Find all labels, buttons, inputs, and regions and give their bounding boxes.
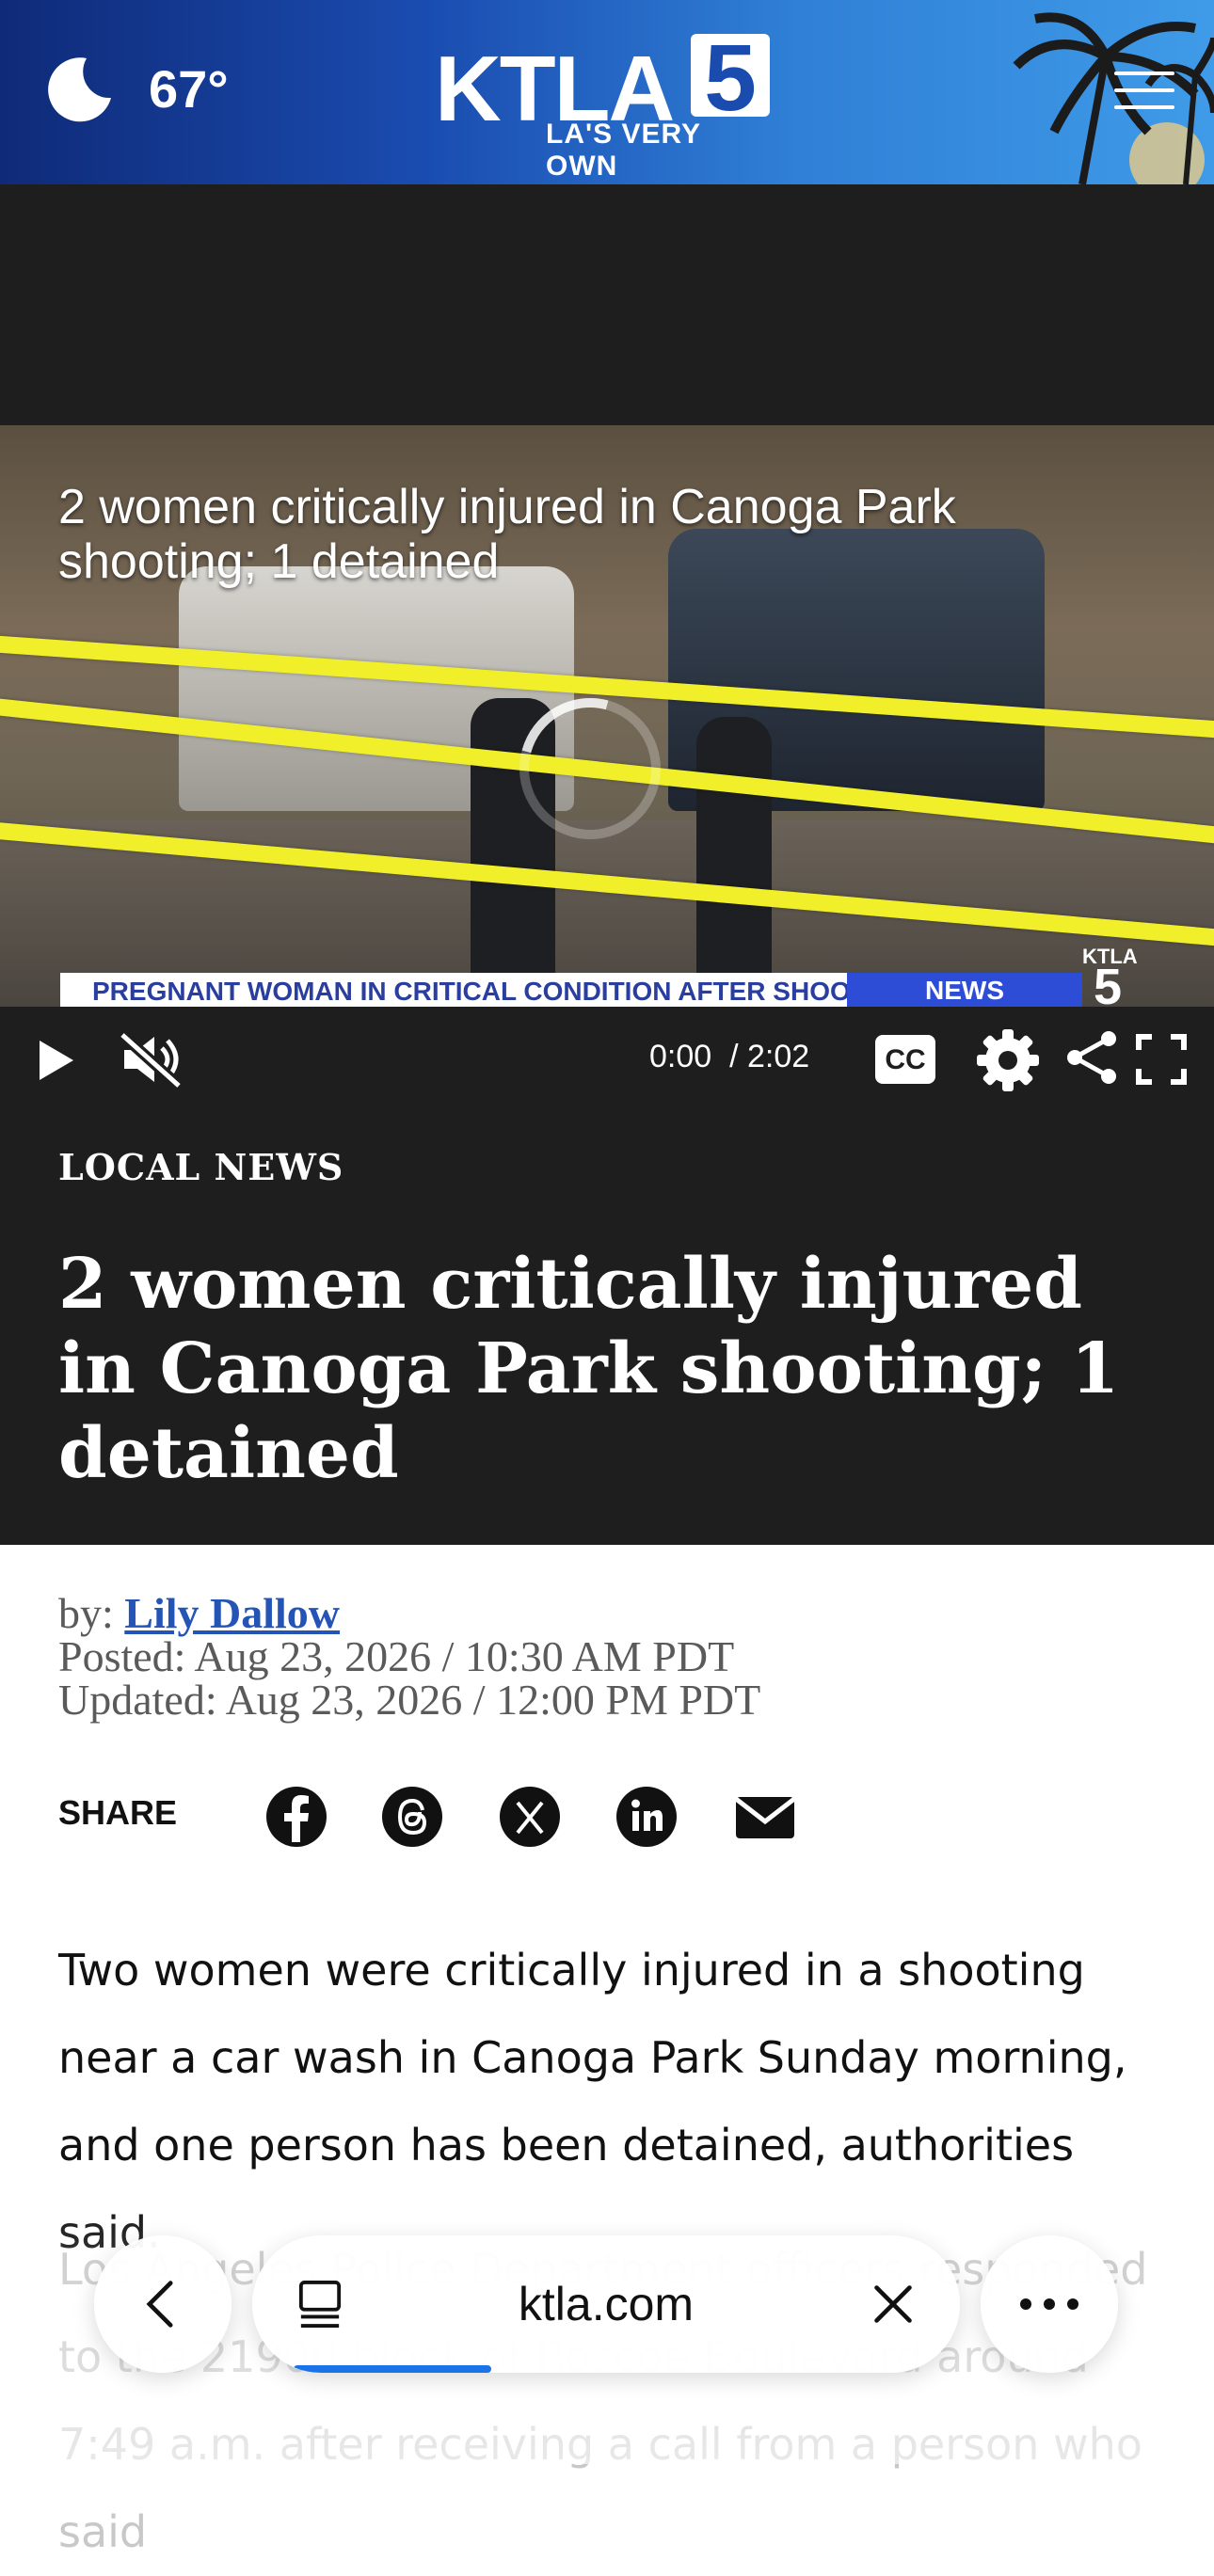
video-title: 2 women critically injured in Canoga Par… — [58, 480, 956, 589]
author-link[interactable]: Lily Dallow — [124, 1589, 340, 1637]
bug-number: 5 — [1094, 959, 1123, 1007]
logo-tagline: LA'S VERY OWN — [546, 119, 701, 182]
author-line: by: Lily Dallow — [58, 1592, 1150, 1635]
share-icon[interactable] — [1063, 1029, 1120, 1086]
updated-date: Updated: Aug 23, 2026 / 12:00 PM PDT — [58, 1676, 761, 1724]
byline: by: Lily Dallow Posted: Aug 23, 2026 / 1… — [58, 1592, 1150, 1722]
site-header: 67° KTLA 5 LA'S VERY OWN — [0, 0, 1214, 184]
fullscreen-icon[interactable] — [1135, 1033, 1188, 1086]
address-bar[interactable]: ktla.com — [252, 2235, 960, 2373]
video-player[interactable]: 2 women critically injured in Canoga Par… — [0, 425, 1214, 1007]
section-label[interactable]: LOCAL NEWS — [58, 1146, 343, 1188]
email-icon[interactable] — [732, 1784, 798, 1850]
url-text: ktla.com — [518, 2278, 695, 2330]
channel-bug: KTLA 5 — [1082, 945, 1152, 1007]
temperature: 67° — [149, 59, 229, 119]
close-icon[interactable] — [871, 2282, 915, 2326]
linkedin-icon[interactable] — [614, 1784, 679, 1850]
logo-five-badge: 5 — [691, 25, 770, 131]
chevron-left-icon — [146, 2281, 173, 2328]
ticker-text: PREGNANT WOMAN IN CRITICAL CONDITION AFT… — [92, 977, 847, 1006]
ad-area — [0, 184, 1214, 425]
more-button[interactable] — [981, 2235, 1118, 2373]
cc-icon[interactable]: CC — [875, 1035, 935, 1084]
posted-date: Posted: Aug 23, 2026 / 10:30 AM PDT — [58, 1632, 735, 1680]
news-ticker: PREGNANT WOMAN IN CRITICAL CONDITION AFT… — [60, 973, 847, 1007]
menu-icon[interactable] — [1114, 72, 1174, 113]
play-icon[interactable] — [32, 1037, 79, 1084]
video-time: 0:00 / 2:02 — [649, 1039, 809, 1075]
share-label: SHARE — [58, 1793, 178, 1832]
article-headline: 2 women critically injured in Canoga Par… — [58, 1244, 1120, 1494]
back-button[interactable] — [94, 2235, 232, 2373]
news-badge: NEWS — [847, 973, 1082, 1007]
logo-number: 5 — [704, 25, 757, 131]
byline-prefix: by: — [58, 1589, 125, 1637]
duration: / 2:02 — [729, 1039, 810, 1074]
page-load-progress — [294, 2365, 491, 2373]
more-icon — [1020, 2298, 1078, 2310]
ktla-logo[interactable]: KTLA 5 LA'S VERY OWN — [435, 25, 774, 182]
article-header: LOCAL NEWS 2 women critically injured in… — [0, 1112, 1214, 1545]
video-person — [696, 717, 772, 980]
threads-icon[interactable] — [379, 1784, 445, 1850]
cc-label: CC — [885, 1044, 926, 1075]
x-icon[interactable] — [497, 1784, 563, 1850]
gear-icon[interactable] — [975, 1027, 1041, 1093]
current-time: 0:00 — [649, 1039, 712, 1074]
video-controls: 0:00 / 2:02 CC — [0, 1007, 1214, 1112]
muted-icon[interactable] — [119, 1031, 184, 1088]
facebook-icon[interactable] — [264, 1784, 329, 1850]
moon-icon — [48, 57, 111, 122]
